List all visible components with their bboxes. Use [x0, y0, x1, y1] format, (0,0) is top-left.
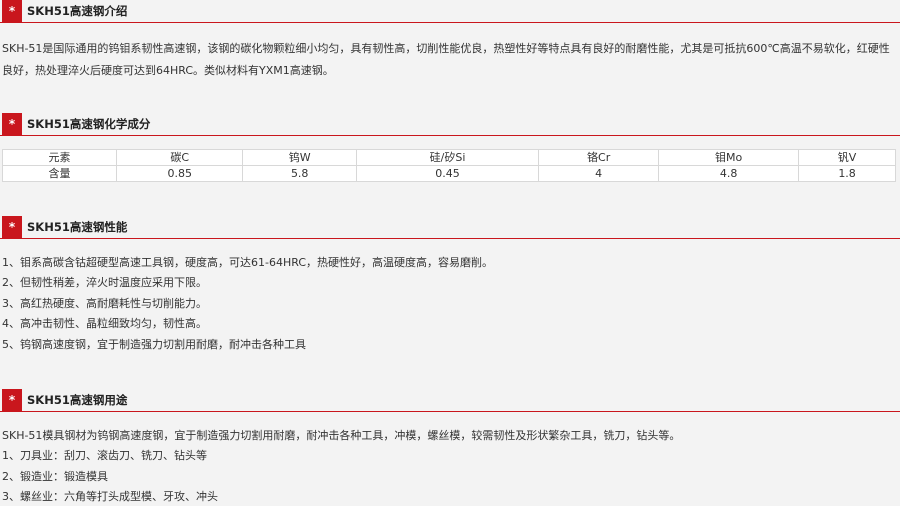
- composition-table: 元素 碳C 钨W 硅/矽Si 铬Cr 钼Mo 钒V 含量 0.85 5.8 0.…: [1, 149, 896, 182]
- usage-paragraph: SKH-51模具钢材为钨钢高速度钢，宜于制造强力切割用耐磨，耐冲击各种工具，冲模…: [2, 429, 681, 442]
- table-row: 含量 0.85 5.8 0.45 4 4.8 1.8: [1, 165, 896, 182]
- table-cell: 5.8: [242, 165, 357, 182]
- table-cell: 1.8: [798, 165, 896, 182]
- list-item: 4、高冲击韧性、晶粒细致均匀，韧性高。: [2, 317, 207, 330]
- list-item: 1、钼系高碳含钴超硬型高速工具钢，硬度高，可达61-64HRC，热硬性好，高温硬…: [2, 256, 494, 269]
- table-cell: 0.85: [116, 165, 244, 182]
- list-item: 1、刀具业：刮刀、滚齿刀、铣刀、钻头等: [2, 449, 207, 462]
- star-icon: *: [2, 0, 22, 22]
- section-title-performance: SKH51高速钢性能: [27, 220, 128, 234]
- table-cell: 钼Mo: [658, 149, 800, 166]
- list-item: 3、螺丝业：六角等打头成型模、牙攻、冲头: [2, 490, 218, 503]
- list-item: 5、钨钢高速度钢，宜于制造强力切割用耐磨，耐冲击各种工具: [2, 338, 306, 351]
- star-icon: *: [2, 113, 22, 135]
- section-title-usage: SKH51高速钢用途: [27, 393, 128, 407]
- table-cell: 碳C: [116, 149, 244, 166]
- table-cell: 元素: [1, 149, 118, 166]
- section-header-composition: * SKH51高速钢化学成分: [0, 113, 900, 136]
- table-header-row: 元素 碳C 钨W 硅/矽Si 铬Cr 钼Mo 钒V: [1, 149, 896, 166]
- intro-paragraph: SKH-51是国际通用的钨钼系韧性高速钢，该钢的碳化物颗粒细小均匀，具有韧性高，…: [2, 42, 890, 77]
- section-title-intro: SKH51高速钢介绍: [27, 4, 128, 18]
- table-cell: 铬Cr: [538, 149, 660, 166]
- section-title-composition: SKH51高速钢化学成分: [27, 117, 151, 131]
- star-icon: *: [2, 216, 22, 238]
- table-cell: 钒V: [798, 149, 896, 166]
- star-icon: *: [2, 389, 22, 411]
- table-cell: 4: [538, 165, 660, 182]
- table-cell: 含量: [1, 165, 118, 182]
- list-item: 2、但韧性稍差，淬火时温度应采用下限。: [2, 276, 207, 289]
- list-item: 2、锻造业：锻造模具: [2, 470, 108, 483]
- section-header-intro: * SKH51高速钢介绍: [0, 0, 900, 23]
- section-header-usage: * SKH51高速钢用途: [0, 389, 900, 412]
- section-header-performance: * SKH51高速钢性能: [0, 216, 900, 239]
- table-cell: 4.8: [658, 165, 800, 182]
- table-cell: 钨W: [242, 149, 357, 166]
- list-item: 3、高红热硬度、高耐磨耗性与切削能力。: [2, 297, 207, 310]
- table-cell: 0.45: [355, 165, 540, 182]
- table-cell: 硅/矽Si: [355, 149, 540, 166]
